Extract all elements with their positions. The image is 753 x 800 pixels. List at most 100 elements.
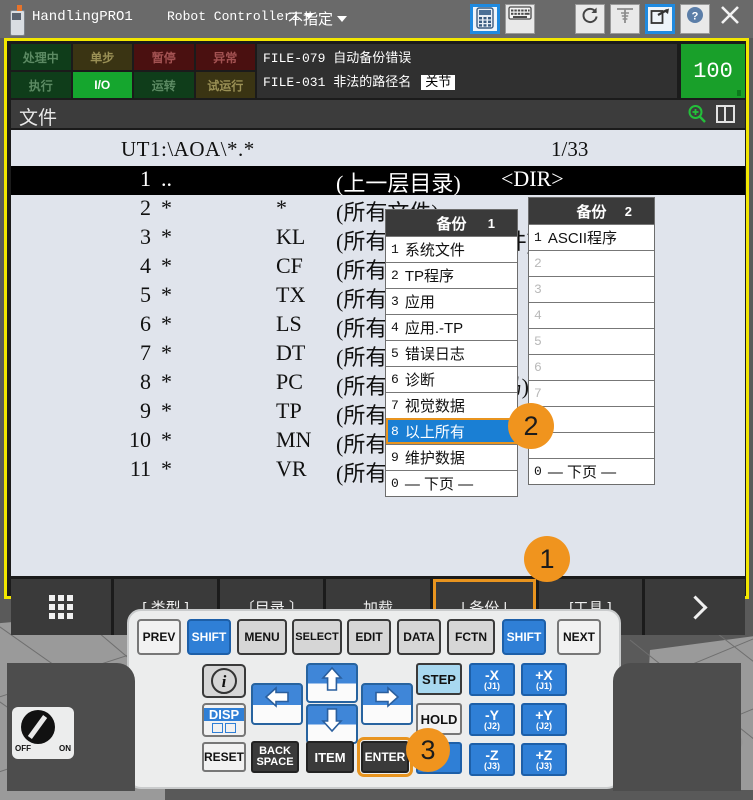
- file-index: 5: [140, 282, 151, 307]
- mode-switch[interactable]: OFF ON: [12, 707, 74, 759]
- alarm-line-1: FILE-079 自动备份错误: [263, 51, 412, 66]
- key-data-5[interactable]: DATA: [397, 619, 441, 655]
- key-shift-1[interactable]: SHIFT: [187, 619, 231, 655]
- key-prev-0[interactable]: PREV: [137, 619, 181, 655]
- jog-key-plusZ[interactable]: +Z (J3): [521, 743, 567, 776]
- file-ext: LS: [276, 311, 302, 336]
- menu1-item-6[interactable]: 6 诊断: [386, 366, 517, 392]
- jog-key-minusZ[interactable]: -Z (J3): [469, 743, 515, 776]
- page-indicator: 1/33: [551, 137, 589, 161]
- menu2-header: 备份 2: [529, 198, 654, 224]
- menu2-item-4[interactable]: 4: [529, 302, 654, 328]
- file-index: 11: [129, 456, 151, 481]
- file-name: *: [161, 195, 172, 220]
- menu1-item-3[interactable]: 3 应用: [386, 288, 517, 314]
- file-index: 3: [140, 224, 151, 249]
- item-key[interactable]: ITEM: [306, 741, 354, 773]
- arrow-up-key[interactable]: [306, 663, 358, 703]
- menu-item-label: — 下页 —: [404, 476, 474, 493]
- file-name: *: [161, 427, 172, 452]
- antenna-icon[interactable]: [610, 4, 640, 34]
- app-title: HandlingPRO1: [32, 9, 133, 25]
- backup-menu-page-1[interactable]: 备份 1 1 系统文件 2 TP程序 3 应用 4 应用.-TP 5 错误日志 6 诊断 7 视觉数据 8 以…: [385, 209, 518, 497]
- file-ext: DT: [276, 340, 306, 365]
- jog-key-plusY[interactable]: +Y (J2): [521, 703, 567, 736]
- split-view-icon[interactable]: [716, 105, 735, 123]
- current-path: UT1:\AOA\*.*: [121, 137, 255, 161]
- menu2-item-7[interactable]: 7: [529, 380, 654, 406]
- menu1-item-5[interactable]: 5 错误日志: [386, 340, 517, 366]
- chevron-right-icon: [682, 594, 708, 620]
- key-shift-7[interactable]: SHIFT: [502, 619, 546, 655]
- reset-key[interactable]: RESET: [202, 742, 246, 772]
- close-icon[interactable]: [715, 4, 745, 34]
- step-key[interactable]: STEP: [416, 663, 462, 695]
- file-index: 4: [140, 253, 151, 278]
- backspace-key[interactable]: BACK SPACE: [251, 741, 299, 773]
- enter-key[interactable]: ENTER: [357, 737, 413, 777]
- menu1-item-8[interactable]: 8 以上所有: [386, 418, 517, 444]
- key-edit-4[interactable]: EDIT: [347, 619, 391, 655]
- mode-label: 不指定: [288, 11, 334, 28]
- key-next-8[interactable]: NEXT: [557, 619, 601, 655]
- callout-badge-1: 1: [524, 536, 570, 582]
- menu2-item-6[interactable]: 6: [529, 354, 654, 380]
- menu-item-label: 维护数据: [404, 450, 465, 467]
- status-lamp-1: 单步: [72, 44, 132, 70]
- menu1-item-7[interactable]: 7 视觉数据: [386, 392, 517, 418]
- menu2-item-2[interactable]: 2: [529, 250, 654, 276]
- menu2-item-10[interactable]: 0— 下页 —: [529, 458, 654, 484]
- menu1-item-9[interactable]: 9 维护数据: [386, 444, 517, 470]
- arrow-left-key[interactable]: [251, 683, 303, 725]
- file-index: 7: [140, 340, 151, 365]
- table-row[interactable]: 1.. (上一层目录) <DIR>: [11, 166, 745, 196]
- teach-pendant-view-icon[interactable]: [470, 4, 500, 34]
- disp-key[interactable]: DISP: [202, 703, 246, 737]
- jog-key-minusX[interactable]: -X (J1): [469, 663, 515, 696]
- file-ext: KL: [276, 224, 306, 249]
- file-index: 6: [140, 311, 151, 336]
- menu-item-label: 错误日志: [404, 346, 465, 363]
- menu2-item-5[interactable]: 5: [529, 328, 654, 354]
- menu1-item-1[interactable]: 1 系统文件: [386, 236, 517, 262]
- help-icon[interactable]: ?: [680, 4, 710, 34]
- page-title: 文件: [19, 108, 58, 129]
- file-name: *: [161, 398, 172, 423]
- key-menu-2[interactable]: MENU: [237, 619, 287, 655]
- mode-selector[interactable]: 不指定: [288, 8, 351, 29]
- menu1-item-10[interactable]: 0— 下页 —: [386, 470, 517, 496]
- arrow-down-key[interactable]: [306, 704, 358, 744]
- softkey-1[interactable]: [11, 579, 111, 635]
- keyboard-icon[interactable]: [505, 4, 535, 34]
- mode-switch-knob[interactable]: [21, 710, 55, 744]
- jog-key-minusY[interactable]: -Y (J2): [469, 703, 515, 736]
- file-name: *: [161, 224, 172, 249]
- menu2-item-1[interactable]: 1 ASCII程序: [529, 224, 654, 250]
- file-desc: (上一层目录): [336, 171, 461, 196]
- jog-key-plusX[interactable]: +X (J1): [521, 663, 567, 696]
- file-ext: CF: [276, 253, 303, 278]
- softkey-7[interactable]: [645, 579, 746, 635]
- refresh-icon[interactable]: [575, 4, 605, 34]
- info-key[interactable]: i: [202, 664, 246, 698]
- key-select-3[interactable]: SELECT: [292, 619, 342, 655]
- menu2-item-3[interactable]: 3: [529, 276, 654, 302]
- menu1-item-4[interactable]: 4 应用.-TP: [386, 314, 517, 340]
- menu1-item-2[interactable]: 2 TP程序: [386, 262, 517, 288]
- alarm-line-2: FILE-031 非法的路径名 关节: [263, 71, 677, 95]
- menu-item-label: 应用.-TP: [404, 320, 464, 337]
- menu-item-label: 系统文件: [404, 242, 465, 259]
- mode-on-label: ON: [59, 744, 71, 753]
- file-name: *: [161, 456, 172, 481]
- menu2-page: 2: [624, 203, 632, 219]
- file-name: *: [161, 311, 172, 336]
- menu1-page: 1: [487, 215, 495, 231]
- file-index: 9: [140, 398, 151, 423]
- arrow-right-key[interactable]: [361, 683, 413, 725]
- coordinate-badge: 关节: [421, 75, 456, 90]
- magnifier-plus-icon[interactable]: [687, 104, 707, 124]
- file-name: ..: [161, 166, 172, 191]
- popout-icon[interactable]: [645, 4, 675, 34]
- menu-item-label: 视觉数据: [404, 398, 465, 415]
- key-fctn-6[interactable]: FCTN: [447, 619, 495, 655]
